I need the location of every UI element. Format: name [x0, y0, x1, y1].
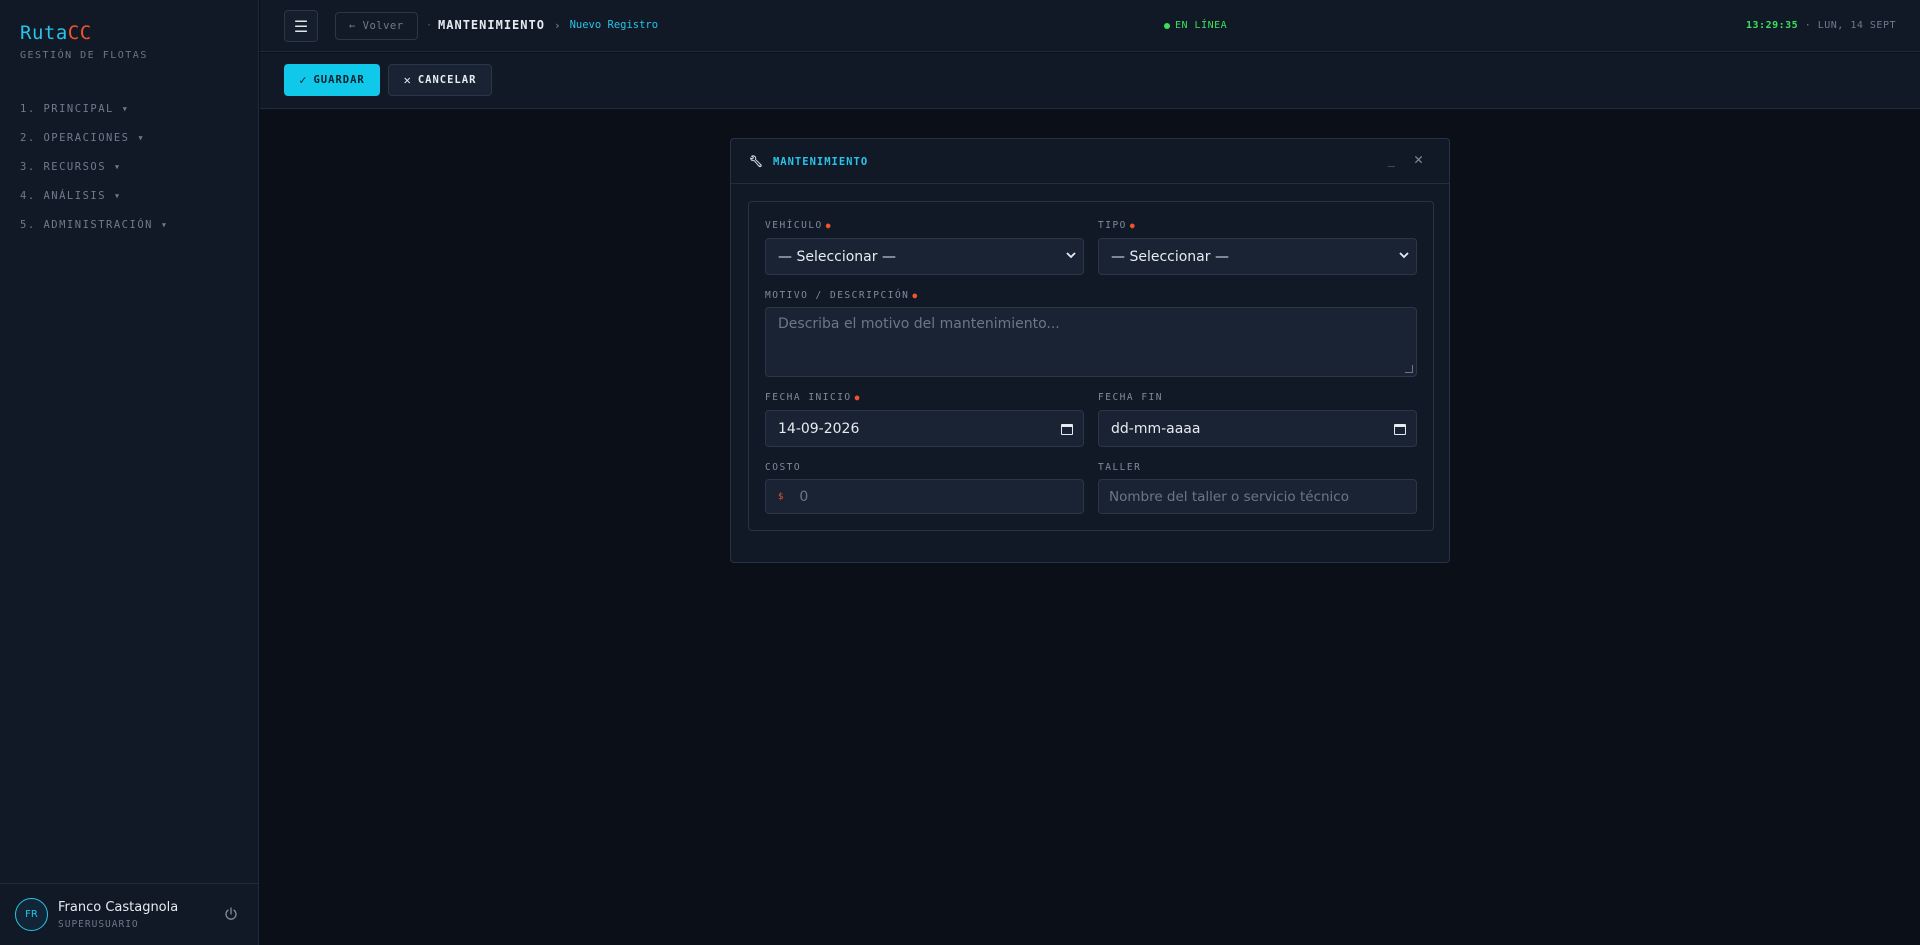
tipo-label: TIPO ● — [1098, 220, 1137, 231]
costo-input[interactable]: $ 0 — [765, 479, 1084, 514]
breadcrumb-separator: · — [426, 19, 433, 31]
chevron-down-icon — [1399, 252, 1409, 259]
action-bar: ✓ GUARDAR ✕ CANCELAR — [260, 53, 1920, 109]
vehiculo-label: VEHÍCULO ● — [765, 220, 833, 231]
required-icon: ● — [912, 291, 919, 300]
calendar-icon[interactable] — [1061, 424, 1073, 435]
brand-subtitle: GESTIÓN DE FLOTAS — [20, 50, 148, 61]
currency-symbol: $ — [778, 491, 784, 502]
brand[interactable]: RutaCC GESTIÓN DE FLOTAS — [20, 22, 148, 61]
fecha-fin-input[interactable]: dd-mm-aaaa — [1098, 410, 1417, 447]
cancel-button[interactable]: ✕ CANCELAR — [388, 64, 492, 96]
required-icon: ● — [1129, 221, 1137, 230]
modal-title-text: MANTENIMIENTO — [772, 155, 869, 168]
menu-icon[interactable]: ☰ — [284, 10, 318, 42]
nav-item-analisis[interactable]: 4. ANÁLISIS ▾ — [20, 189, 169, 218]
brand-logo: RutaCC — [20, 22, 92, 44]
user-name: Franco Castagnola — [58, 899, 179, 915]
clock: 13:29:35 · LUN, 14 SEPT — [1746, 20, 1896, 31]
maintenance-modal: 🔧︎ MANTENIMIENTO _ ✕ VEHÍCULO ● — Selecci… — [730, 138, 1450, 563]
chevron-down-icon — [1066, 252, 1076, 259]
taller-label: TALLER — [1098, 462, 1142, 473]
nav-item-administracion[interactable]: 5. ADMINISTRACIÓN ▾ — [20, 218, 169, 247]
check-icon: ✓ — [299, 73, 308, 87]
resize-handle-icon[interactable] — [1405, 365, 1413, 373]
modal-header: 🔧︎ MANTENIMIENTO _ ✕ — [731, 139, 1449, 184]
save-button-label: GUARDAR — [313, 74, 365, 86]
tipo-select-value: — Seleccionar — — [1111, 248, 1229, 265]
calendar-icon[interactable] — [1394, 424, 1406, 435]
close-icon: ✕ — [403, 73, 412, 87]
maintenance-form: VEHÍCULO ● — Seleccionar — TIPO ● — Selecc… — [748, 201, 1434, 531]
breadcrumb-current: Nuevo Registro — [569, 19, 659, 31]
user-panel: FR Franco Castagnola SUPERUSUARIO — [0, 883, 259, 945]
status-text: EN LÍNEA — [1175, 20, 1228, 31]
required-icon: ● — [854, 393, 861, 402]
motivo-textarea[interactable]: Describa el motivo del mantenimiento... — [765, 307, 1417, 377]
breadcrumb: · MANTENIMIENTO › Nuevo Registro — [420, 18, 658, 32]
sidebar-nav: 1. PRINCIPAL ▾ 2. OPERACIONES ▾ 3. RECUR… — [20, 102, 169, 247]
chevron-right-icon: › — [553, 18, 561, 32]
topbar: ☰ ← Volver · MANTENIMIENTO › Nuevo Regis… — [260, 0, 1920, 52]
clock-time: 13:29:35 — [1746, 20, 1799, 31]
fecha-inicio-value: 14-09-2026 — [778, 420, 860, 437]
user-role: SUPERUSUARIO — [58, 918, 139, 930]
vehiculo-select-value: — Seleccionar — — [778, 248, 896, 265]
status-badge: EN LÍNEA — [1164, 20, 1227, 31]
modal-close-icon[interactable]: ✕ — [1414, 150, 1423, 168]
vehiculo-select[interactable]: — Seleccionar — — [765, 238, 1084, 275]
avatar[interactable]: FR — [15, 898, 48, 931]
required-icon: ● — [825, 221, 833, 230]
costo-label: COSTO — [765, 462, 802, 473]
minimize-icon[interactable]: _ — [1388, 153, 1395, 167]
clock-date: · LUN, 14 SEPT — [1798, 20, 1896, 31]
wrench-icon: 🔧︎ — [749, 155, 764, 168]
costo-placeholder: 0 — [799, 488, 809, 505]
fecha-inicio-label: FECHA INICIO ● — [765, 392, 861, 403]
nav-item-operaciones[interactable]: 2. OPERACIONES ▾ — [20, 131, 169, 160]
nav-item-recursos[interactable]: 3. RECURSOS ▾ — [20, 160, 169, 189]
status-dot-icon — [1164, 22, 1170, 29]
motivo-placeholder: Describa el motivo del mantenimiento... — [778, 316, 1060, 332]
cancel-button-label: CANCELAR — [417, 74, 477, 86]
tipo-select[interactable]: — Seleccionar — — [1098, 238, 1417, 275]
sidebar: RutaCC GESTIÓN DE FLOTAS 1. PRINCIPAL ▾ … — [0, 0, 259, 945]
taller-input[interactable]: Nombre del taller o servicio técnico — [1098, 479, 1417, 514]
breadcrumb-section[interactable]: MANTENIMIENTO — [438, 18, 545, 32]
fecha-fin-value: dd-mm-aaaa — [1111, 420, 1201, 437]
fecha-fin-label: FECHA FIN — [1098, 392, 1163, 403]
user-info: Franco Castagnola SUPERUSUARIO — [58, 900, 178, 930]
back-button[interactable]: ← Volver — [335, 12, 418, 40]
taller-placeholder: Nombre del taller o servicio técnico — [1109, 488, 1349, 505]
modal-title: 🔧︎ MANTENIMIENTO — [749, 155, 868, 168]
save-button[interactable]: ✓ GUARDAR — [284, 64, 380, 96]
motivo-label: MOTIVO / DESCRIPCIÓN ● — [765, 290, 919, 301]
nav-item-principal[interactable]: 1. PRINCIPAL ▾ — [20, 102, 169, 131]
power-icon[interactable] — [223, 906, 239, 922]
fecha-inicio-input[interactable]: 14-09-2026 — [765, 410, 1084, 447]
